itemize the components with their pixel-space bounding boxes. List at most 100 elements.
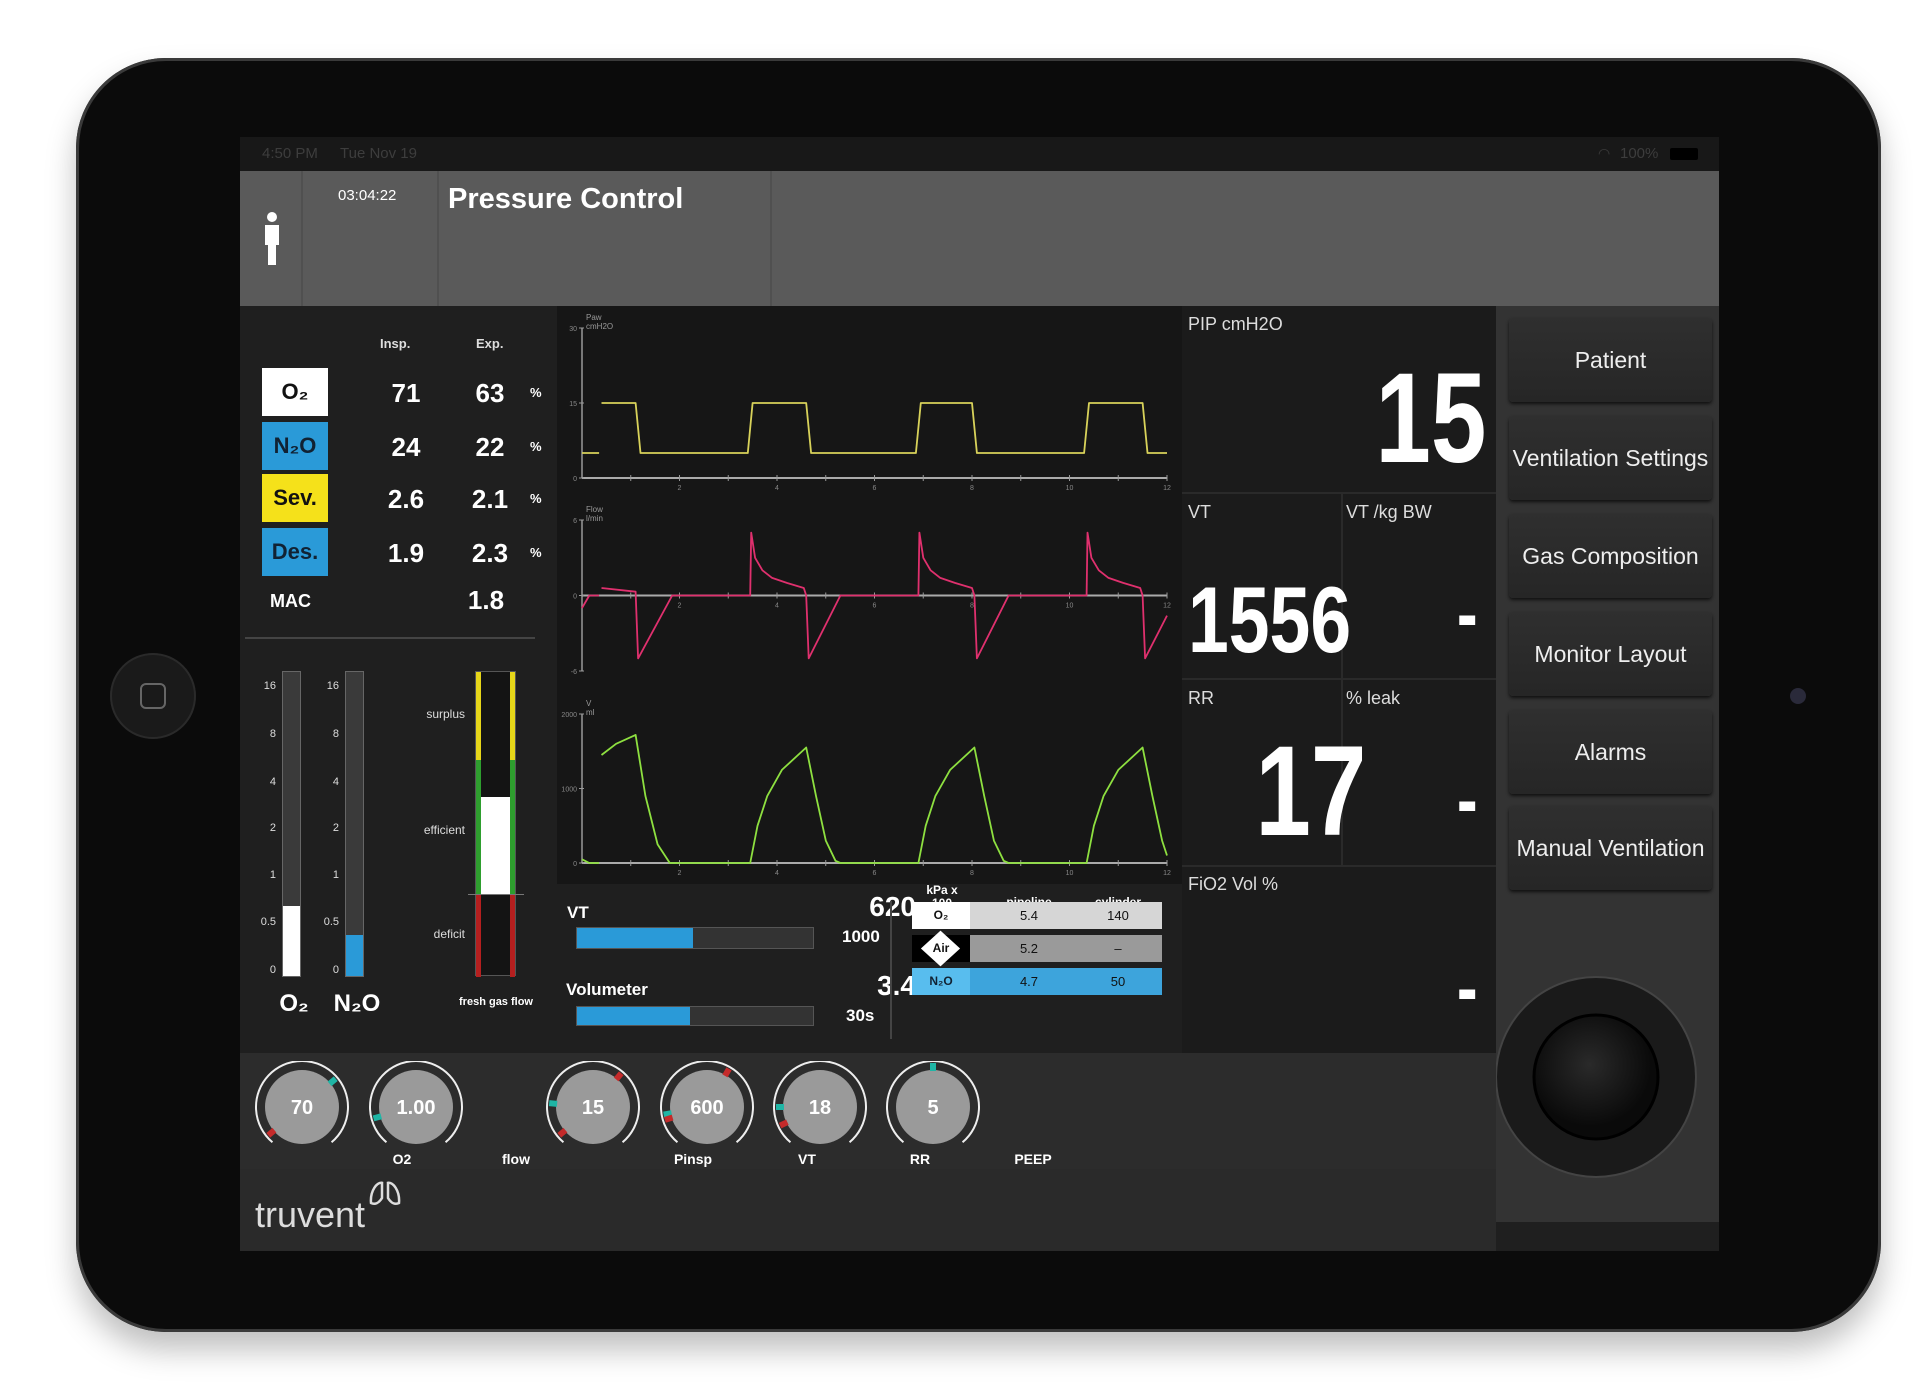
- alarm-limit-marker: [613, 1071, 624, 1082]
- insp-value: 71: [391, 378, 421, 408]
- knob-dial[interactable]: 600: [657, 1060, 757, 1156]
- knob-dial[interactable]: 70: [252, 1060, 352, 1156]
- knob-pinsp[interactable]: 15 Pinsp: [543, 1060, 712, 1176]
- gas-tag[interactable]: Des.: [262, 528, 328, 576]
- deficit-threshold-line: [468, 894, 524, 895]
- header: 03:04:22 Pressure Control: [240, 171, 1719, 306]
- knob-label: PEEP: [1014, 1151, 1052, 1167]
- alarm-limit-marker: [266, 1127, 277, 1138]
- vt-numeric-label: VT: [1188, 502, 1212, 522]
- gas-tag[interactable]: N₂O: [262, 422, 328, 470]
- y-tick-label: 0: [573, 476, 577, 483]
- alarm-limit-marker: [778, 1119, 789, 1129]
- exp-value: 2.3: [471, 538, 509, 568]
- fio2-label: FiO2 Vol %: [1188, 874, 1279, 894]
- gas-tag[interactable]: Sev.: [262, 474, 328, 522]
- flow-tick: 4: [332, 776, 339, 788]
- elapsed-time: 03:04:22: [338, 187, 397, 204]
- knob-rr[interactable]: 18 RR: [770, 1060, 930, 1176]
- knob-value: 15: [582, 1097, 604, 1119]
- mac-value: 1.8: [467, 585, 505, 615]
- settings-knobs: 70 O2 1.00 flow 15 Pinsp 600 VT 18 RR 5 …: [240, 1053, 1496, 1169]
- n2o-flow-fill: [346, 934, 363, 976]
- fresh-gas-flow-bar: [475, 671, 516, 977]
- divider: [890, 901, 892, 1039]
- o2-flow-fill: [283, 906, 300, 976]
- numerics-panel: PIP cmH2O 15 VT 1556 VT /kg BW - RR 17 %…: [1182, 306, 1496, 1053]
- x-tick-label: 4: [775, 603, 779, 610]
- menu-button[interactable]: Alarms: [1509, 710, 1712, 794]
- x-tick-label: 6: [873, 603, 877, 610]
- x-tick-label: 6: [873, 870, 877, 877]
- unit-label: %: [530, 545, 542, 560]
- x-tick-label: 4: [775, 485, 779, 492]
- volumeter-value: 3.4: [877, 970, 916, 1001]
- supply-row: O₂ 5.4 140: [912, 902, 1162, 929]
- flow-tick: 0: [269, 964, 276, 976]
- setting-marker: [372, 1113, 383, 1122]
- vt-bar-fill: [577, 928, 693, 948]
- x-tick-label: 12: [1163, 603, 1171, 610]
- surplus-zone: [510, 672, 515, 760]
- supply-gas: N₂O: [929, 974, 953, 988]
- jog-wheel[interactable]: [1486, 967, 1706, 1187]
- supply-cylinder: 140: [1107, 908, 1129, 923]
- supply-row: N₂O 4.7 50: [912, 968, 1162, 995]
- wifi-icon: ◠: [1598, 145, 1611, 161]
- knob-value: 18: [809, 1097, 831, 1119]
- y-tick-label: 15: [569, 401, 577, 408]
- menu-button[interactable]: Gas Composition: [1509, 514, 1712, 598]
- person-icon[interactable]: [262, 211, 282, 266]
- volumeter-label: Volumeter: [566, 980, 648, 999]
- x-tick-label: 10: [1066, 870, 1074, 877]
- supply-row: Air 5.2 –: [912, 930, 1162, 967]
- efficient-label: efficient: [423, 823, 465, 837]
- knob-dial[interactable]: 5: [883, 1060, 983, 1156]
- knob-dial[interactable]: 1.00: [366, 1060, 466, 1156]
- x-tick-label: 8: [970, 485, 974, 492]
- waveform-paw: [582, 402, 1167, 454]
- supply-pipeline: 5.2: [1019, 941, 1039, 956]
- alarm-limit-marker: [557, 1127, 568, 1138]
- col-exp: Exp.: [476, 336, 504, 351]
- deficit-zone: [510, 895, 515, 977]
- menu-column: Patient Ventilation Settings Gas Compositi…: [1495, 306, 1719, 1222]
- o2-flowmeter: [282, 671, 301, 977]
- x-tick-label: 10: [1066, 485, 1074, 492]
- flow-tick: 0.5: [260, 916, 276, 928]
- supply-gas: Air: [932, 941, 950, 955]
- menu-button[interactable]: Patient: [1509, 318, 1712, 402]
- knob-dial[interactable]: 15: [543, 1060, 643, 1156]
- menu-button[interactable]: Ventilation Settings: [1509, 416, 1712, 500]
- knob-dial[interactable]: 18: [770, 1060, 870, 1156]
- knob-flow[interactable]: 1.00 flow: [366, 1060, 530, 1176]
- chart-unit: l/min: [586, 514, 603, 523]
- x-tick-label: 12: [1163, 485, 1171, 492]
- knob-vt[interactable]: 600 VT: [657, 1060, 816, 1176]
- unit-label: %: [530, 491, 542, 506]
- knob-value: 600: [690, 1097, 723, 1119]
- insp-value: 2.6: [387, 484, 425, 514]
- battery-icon: [1670, 148, 1698, 160]
- setting-marker: [548, 1100, 558, 1107]
- insp-value: 24: [391, 432, 421, 462]
- x-tick-label: 12: [1163, 870, 1171, 877]
- knob-peep[interactable]: 5 PEEP: [883, 1060, 1052, 1176]
- col-insp: Insp.: [380, 336, 411, 351]
- x-tick-label: 2: [678, 603, 682, 610]
- waveform-charts: 0 15 30 2 4 6 8 10 12 Paw cmH2O -6 0 6 2 4 6 8 10 12 Flow l/m…: [557, 306, 1182, 884]
- menu-button[interactable]: Manual Ventilation: [1509, 806, 1712, 890]
- mac-label: MAC: [270, 591, 311, 611]
- gas-tag[interactable]: O₂: [262, 368, 328, 416]
- unit-label: %: [530, 385, 542, 400]
- lungs-icon: [369, 1181, 401, 1206]
- home-button[interactable]: [110, 653, 196, 739]
- knob-o2[interactable]: 70 O2: [252, 1060, 411, 1176]
- menu-button[interactable]: Monitor Layout: [1509, 612, 1712, 696]
- camera: [1790, 688, 1806, 704]
- surplus-zone: [476, 672, 481, 760]
- deficit-zone: [476, 895, 481, 977]
- flow-tick: 2: [332, 822, 339, 834]
- y-tick-label: 30: [569, 326, 577, 333]
- vt-numeric-value: 1556: [1188, 567, 1352, 672]
